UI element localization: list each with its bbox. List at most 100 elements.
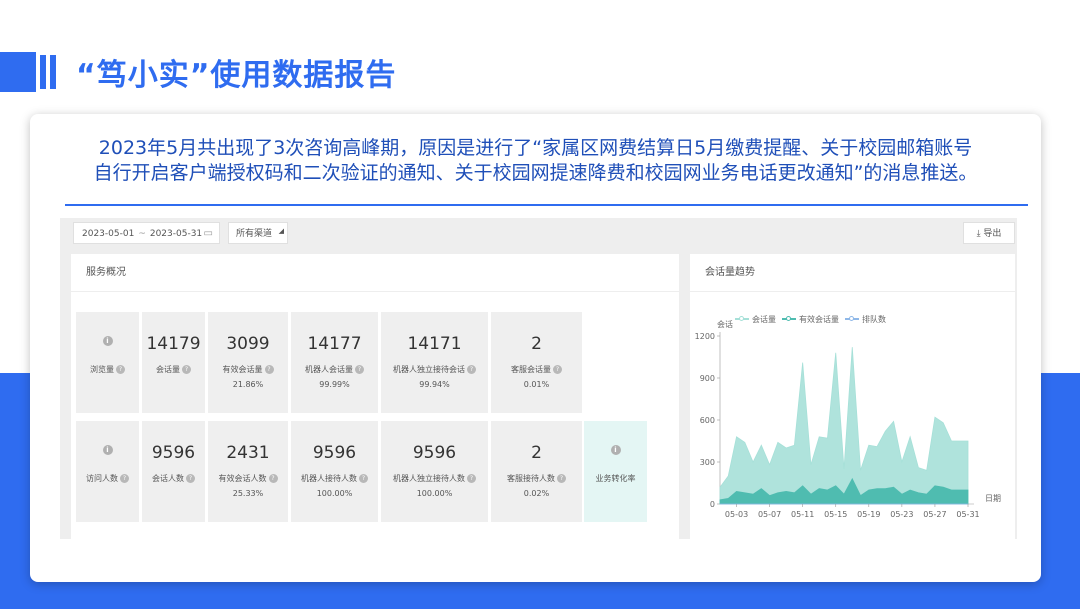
metric-label: 会话人数? [142,473,205,484]
metric-value: 14179 [146,334,201,354]
metric-label-text: 业务转化率 [595,474,636,483]
metric-value: 9596 [312,443,357,463]
metric-label-text: 会话量 [156,365,180,374]
help-icon[interactable]: ? [264,365,274,374]
metric-label-text: 浏览量 [90,365,114,374]
metric-percent: 0.02% [523,489,550,498]
help-icon[interactable]: ? [120,474,129,483]
metric-label-text: 机器人独立接待人数 [393,474,465,483]
metric-label: 机器人独立接待会话? [381,364,488,375]
metric-label-text: 机器人接待人数 [301,474,357,483]
summary-line-2: 自行开启客户端授权码和二次验证的通知、关于校园网提速降费和校园网业务电话更改通知… [93,162,978,184]
metric-tile: i 业务转化率 [584,421,647,522]
metric-tile: 14177 机器人会话量? 99.99% [291,312,378,413]
metric-label-text: 客服会话量 [511,365,551,374]
divider [65,204,1028,206]
metric-tile: 9596 机器人独立接待人数? 100.00% [381,421,488,522]
calendar-icon: ▭ [203,228,213,239]
metric-label-text: 有效会话人数 [218,474,267,483]
help-icon[interactable]: ? [355,365,364,374]
metric-label: 客服会话量? [491,364,582,375]
metric-value: 9596 [151,443,196,463]
metric-value: 9596 [412,443,457,463]
channel-select[interactable]: 所有渠道 ◢ [228,222,288,244]
metric-label: 浏览量? [76,364,139,375]
metric-tile: 9596 机器人接待人数? 100.00% [291,421,378,522]
date-end: 2023-05-31 [149,229,203,239]
metric-label-text: 机器人会话量 [305,365,353,374]
title-accent-block [0,52,36,92]
metric-value: 14171 [407,334,462,354]
help-icon[interactable]: ? [116,365,125,374]
metric-tile: 9596 会话人数? [142,421,205,522]
x-tick-label: 05-07 [758,510,781,519]
summary-line-1: 2023年5月共出现了3次咨询高峰期，原因是进行了“家属区网费结算日5月缴费提醒… [98,137,973,159]
x-axis-label: 日期 [985,494,1001,503]
metric-value: 2431 [226,443,270,463]
page-title: “笃小实”使用数据报告 [76,58,397,93]
help-icon[interactable]: ? [553,365,562,374]
x-tick-label: 05-23 [890,510,913,519]
x-tick-label: 05-27 [923,510,946,519]
metric-percent: 0.01% [523,380,550,389]
toolbar: 2023-05-01 ~2023-05-31 ▭ 所有渠道 ◢ ⤓ 导出 [60,218,1017,250]
metric-label-text: 会话人数 [152,474,184,483]
metric-label: 机器人会话量? [291,364,378,375]
help-icon[interactable]: ? [557,474,566,483]
title-accent-bar [40,55,46,89]
report-card: 2023年5月共出现了3次咨询高峰期，原因是进行了“家属区网费结算日5月缴费提醒… [30,114,1041,582]
y-tick-label: 1200 [695,332,715,341]
metric-label-text: 访问人数 [86,474,118,483]
metric-percent: 21.86% [232,380,264,389]
metric-label: 有效会话量? [208,364,288,375]
info-icon[interactable]: i [102,445,113,455]
y-tick-label: 300 [700,458,715,467]
metric-percent: 100.00% [316,489,353,498]
help-icon[interactable]: ? [359,474,368,483]
metric-percent: 25.33% [232,489,264,498]
metric-tile: 14171 机器人独立接待会话? 99.94% [381,312,488,413]
metric-percent: 100.00% [416,489,453,498]
summary-text: 2023年5月共出现了3次咨询高峰期，原因是进行了“家属区网费结算日5月缴费提醒… [30,136,1041,186]
date-start: 2023-05-01 [82,229,135,239]
x-tick-label: 05-15 [824,510,847,519]
metric-value: 2 [531,334,542,354]
x-tick-label: 05-19 [857,510,880,519]
help-icon[interactable]: ? [268,474,278,483]
channel-value: 所有渠道 [236,229,273,239]
info-icon[interactable]: i [610,445,621,455]
help-icon[interactable]: ? [467,474,476,483]
y-tick-label: 600 [700,416,715,425]
help-icon[interactable]: ? [182,365,191,374]
metric-value: 3099 [226,334,270,354]
series-area-1 [719,347,969,505]
info-icon[interactable]: i [102,336,113,346]
metric-tile: 14179 会话量? [142,312,205,413]
export-button[interactable]: ⤓ 导出 [963,222,1015,244]
session-trend-panel: 会话量趋势 会话量 有效会话量 排队数 会话 0 300 600 900 1200 05-03… [690,254,1015,539]
metric-percent: 99.94% [419,380,450,389]
metric-label: 机器人独立接待人数? [381,473,488,484]
x-tick-label: 05-03 [725,510,748,519]
metric-label: 访问人数? [76,473,139,484]
metric-tile: 2 客服会话量? 0.01% [491,312,582,413]
date-separator: ~ [138,229,146,239]
date-range-picker[interactable]: 2023-05-01 ~2023-05-31 ▭ [73,222,220,244]
metric-label: 客服接待人数? [491,473,582,484]
metric-label: 机器人接待人数? [291,473,378,484]
title-accent-bar [50,55,56,89]
help-icon[interactable]: ? [186,474,195,483]
x-tick-label: 05-11 [791,510,814,519]
trend-chart: 0 300 600 900 1200 05-03 05-07 05-11 05-15 05-19 0… [695,332,980,519]
metric-value: 2 [531,443,542,463]
metric-tile: i 访问人数? [76,421,139,522]
metric-label-text: 客服接待人数 [507,474,555,483]
metric-label-text: 机器人独立接待会话 [393,365,465,374]
metric-label-text: 有效会话量 [222,365,263,374]
metric-tile: 2431 有效会话人数? 25.33% [208,421,288,522]
metric-value: 14177 [307,334,362,354]
metric-label: 业务转化率 [584,473,647,484]
help-icon[interactable]: ? [467,365,476,374]
metric-label: 会话量? [142,364,205,375]
x-tick-label: 05-31 [956,510,979,519]
